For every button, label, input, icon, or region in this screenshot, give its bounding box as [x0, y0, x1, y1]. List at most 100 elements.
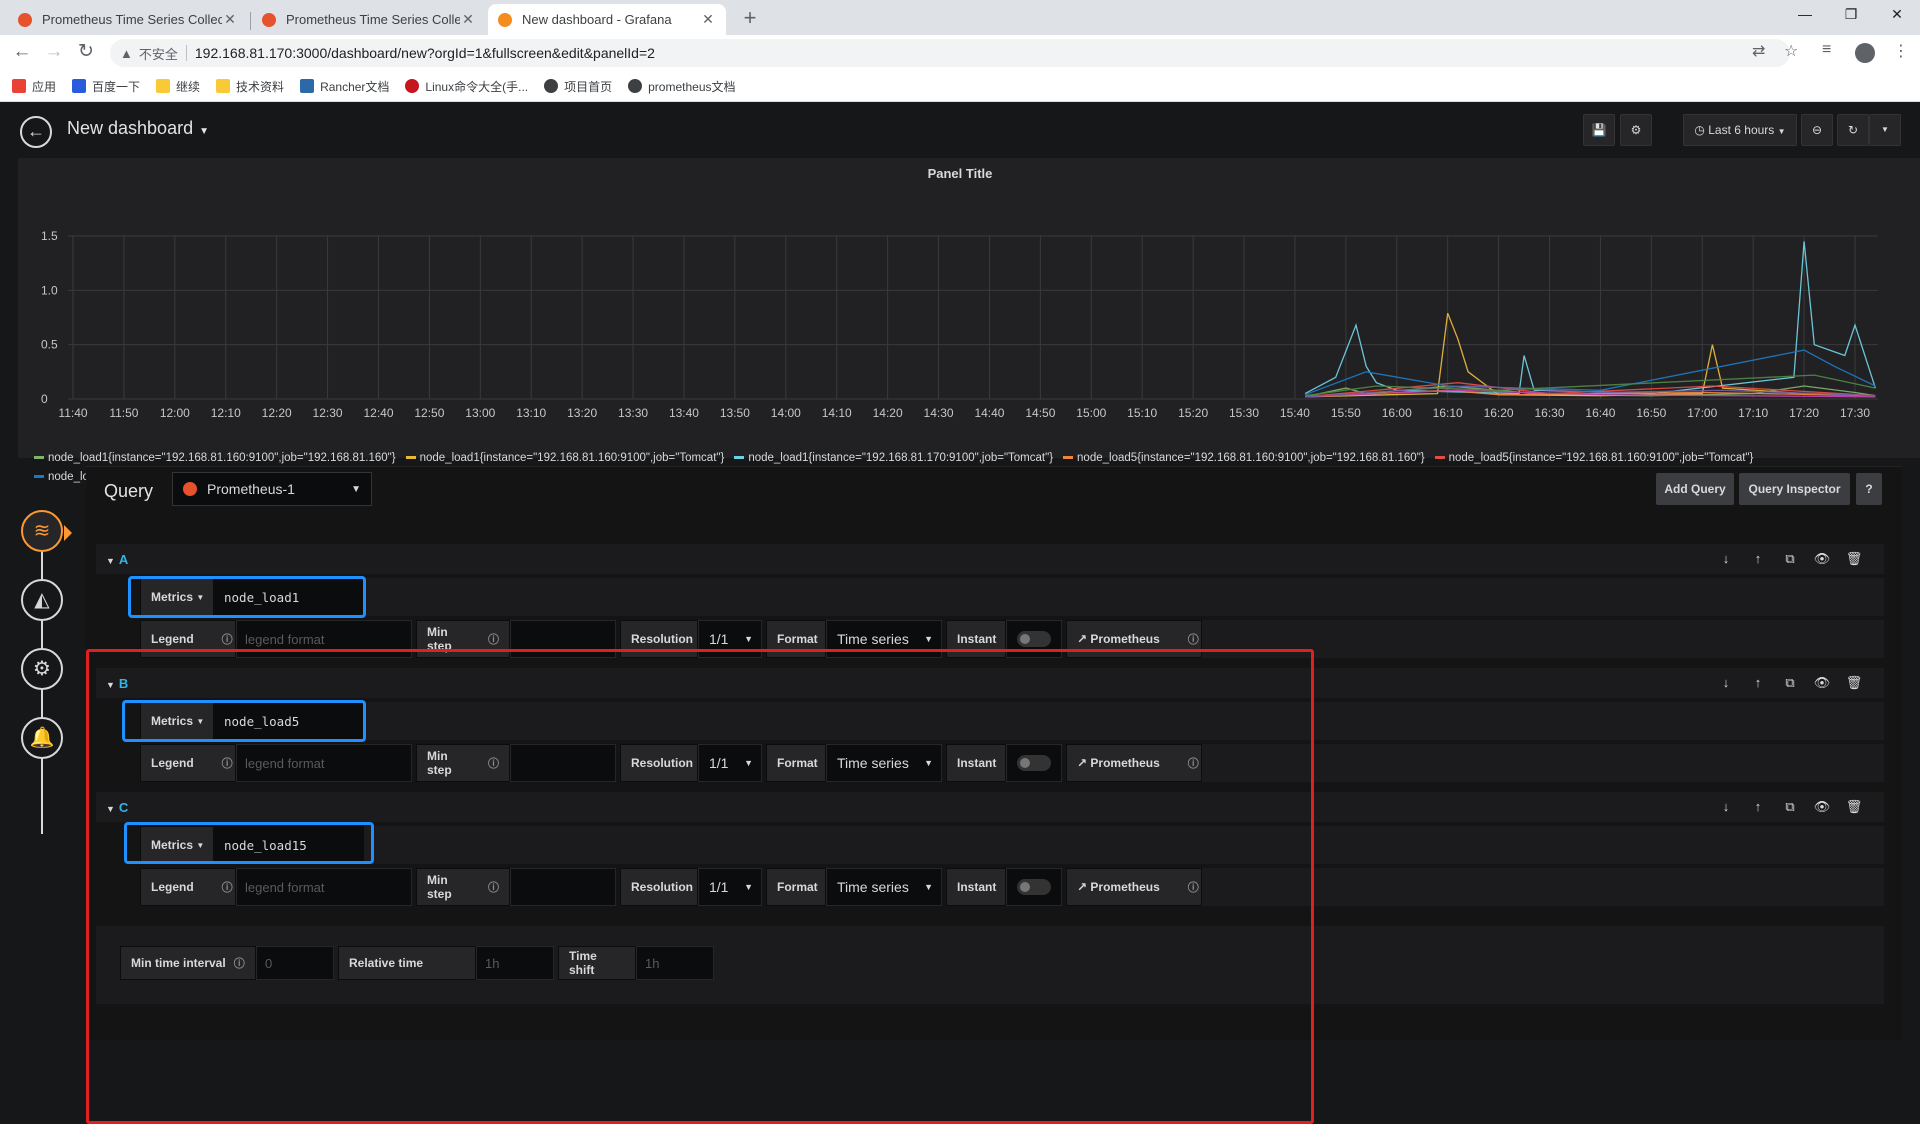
browser-tab-3-active[interactable]: New dashboard - Grafana ✕ — [488, 4, 726, 35]
x-tick-label: 13:10 — [516, 406, 546, 420]
delete-trash-icon[interactable]: 🗑 — [1838, 799, 1870, 815]
query-ref-id[interactable]: ▼ A — [106, 552, 128, 567]
bookmark-linux[interactable]: Linux命令大全(手... — [405, 78, 528, 95]
legend-swatch — [34, 456, 44, 460]
x-tick-label: 14:30 — [924, 406, 954, 420]
move-up-icon[interactable]: ↑ — [1742, 675, 1774, 691]
database-queries-icon[interactable]: ≋ — [21, 510, 63, 552]
info-icon[interactable]: ⓘ — [222, 631, 233, 647]
close-tab-icon[interactable]: ✕ — [460, 11, 476, 28]
move-up-icon[interactable]: ↑ — [1742, 551, 1774, 567]
forward-arrow-icon[interactable]: → — [42, 41, 66, 65]
save-dashboard-icon[interactable]: 💾 — [1583, 114, 1615, 146]
help-button[interactable]: ? — [1856, 473, 1882, 505]
visualization-chart-icon[interactable]: ◭ — [21, 579, 63, 621]
move-down-icon[interactable]: ↓ — [1710, 551, 1742, 567]
baidu-paw-icon — [72, 79, 87, 93]
browser-tab-1[interactable]: Prometheus Time Series Collec ✕ — [8, 4, 248, 35]
close-tab-icon[interactable]: ✕ — [700, 11, 716, 28]
x-tick-label: 14:00 — [771, 406, 801, 420]
toggle-visibility-eye-icon[interactable]: 👁 — [1806, 675, 1838, 691]
x-tick-label: 14:50 — [1025, 406, 1055, 420]
query-heading: Query — [104, 481, 154, 501]
datasource-select[interactable]: Prometheus-1 ▼ — [172, 472, 372, 506]
query-header[interactable]: ▼ A ↓ ↑ ⧉ 👁 🗑 — [96, 544, 1884, 574]
prometheus-icon — [183, 482, 197, 496]
legend-swatch — [1434, 456, 1445, 460]
toggle-visibility-eye-icon[interactable]: 👁 — [1806, 799, 1838, 815]
legend-label: node_load5{instance="192.168.81.160:9100… — [1077, 452, 1425, 464]
duplicate-icon[interactable]: ⧉ — [1774, 675, 1806, 691]
legend-swatch — [734, 456, 745, 460]
url-text[interactable]: 192.168.81.170:3000/dashboard/new?orgId=… — [195, 45, 655, 61]
x-tick-label: 14:10 — [822, 406, 852, 420]
browser-tab-2[interactable]: Prometheus Time Series Collec ✕ — [252, 4, 486, 35]
x-tick-label: 16:30 — [1534, 406, 1564, 420]
toggle-visibility-eye-icon[interactable]: 👁 — [1806, 551, 1838, 567]
move-down-icon[interactable]: ↓ — [1710, 799, 1742, 815]
y-tick-label: 1.0 — [41, 283, 58, 297]
legend-swatch — [1063, 456, 1074, 460]
x-tick-label: 14:40 — [974, 406, 1004, 420]
duplicate-icon[interactable]: ⧉ — [1774, 799, 1806, 815]
dashboard-title[interactable]: New dashboard ▼ — [67, 118, 209, 139]
bookmark-rancher[interactable]: Rancher文档 — [300, 78, 389, 95]
refresh-icon[interactable]: ↻ — [1837, 114, 1869, 146]
warning-icon: ▲ — [120, 45, 133, 61]
minimize-icon[interactable]: — — [1782, 0, 1828, 30]
address-bar[interactable]: ▲ 不安全 192.168.81.170:3000/dashboard/new?… — [110, 39, 1790, 67]
tab-title: Prometheus Time Series Collec — [286, 12, 460, 27]
settings-gear-icon[interactable]: ⚙ — [1620, 114, 1652, 146]
menu-dots-icon[interactable]: ⋮ — [1893, 41, 1909, 61]
delete-trash-icon[interactable]: 🗑 — [1838, 551, 1870, 567]
reading-list-icon[interactable]: ≡ — [1822, 41, 1831, 59]
restore-icon[interactable]: ❐ — [1828, 0, 1874, 30]
x-tick-label: 11:50 — [109, 406, 138, 420]
y-tick-label: 0 — [41, 392, 48, 406]
time-picker-button[interactable]: ◷ Last 6 hours ▼ — [1683, 114, 1797, 146]
profile-avatar-icon[interactable] — [1855, 43, 1875, 63]
time-series-chart[interactable]: 1.5 1.0 0.5 0 11:40 11:50 12:00 12:10 12:20 12:30… — [18, 158, 1902, 442]
back-arrow-icon[interactable]: ← — [20, 116, 52, 148]
metrics-row: Metrics ▼ node_load1 — [140, 578, 1884, 616]
delete-trash-icon[interactable]: 🗑 — [1838, 675, 1870, 691]
general-settings-gear-icon[interactable]: ⚙ — [21, 648, 63, 690]
caret-down-icon: ▼ — [351, 483, 361, 495]
instant-toggle[interactable] — [1017, 631, 1051, 647]
translate-icon[interactable]: ⇄ — [1752, 41, 1765, 61]
folder-icon — [216, 79, 231, 93]
legend-swatch — [34, 475, 44, 479]
star-icon[interactable]: ☆ — [1784, 41, 1798, 61]
add-query-button[interactable]: Add Query — [1656, 473, 1734, 505]
bookmark-folder-continue[interactable]: 继续 — [156, 78, 200, 95]
close-window-icon[interactable]: ✕ — [1874, 0, 1920, 30]
x-tick-label: 15:00 — [1076, 406, 1106, 420]
move-down-icon[interactable]: ↓ — [1710, 675, 1742, 691]
new-tab-button[interactable]: + — [737, 6, 763, 32]
refresh-interval-caret-icon[interactable]: ▼ — [1869, 114, 1901, 146]
grafana-app: ← New dashboard ▼ 💾 ⚙ ◷ Last 6 hours ▼ ⊖ … — [0, 102, 1920, 1124]
legend-swatch — [405, 456, 416, 460]
move-up-icon[interactable]: ↑ — [1742, 799, 1774, 815]
back-arrow-icon[interactable]: ← — [10, 41, 34, 65]
x-tick-label: 16:20 — [1484, 406, 1514, 420]
bookmark-folder-tech[interactable]: 技术资料 — [216, 78, 284, 95]
info-icon[interactable]: ⓘ — [488, 631, 499, 647]
bookmark-baidu[interactable]: 百度一下 — [72, 78, 140, 95]
bookmark-project-home[interactable]: 项目首页 — [544, 78, 612, 95]
x-tick-label: 13:00 — [465, 406, 495, 420]
alert-bell-icon[interactable]: 🔔 — [21, 717, 63, 759]
x-tick-label: 11:40 — [58, 406, 87, 420]
close-tab-icon[interactable]: ✕ — [222, 11, 238, 28]
globe-icon — [628, 79, 643, 93]
duplicate-icon[interactable]: ⧉ — [1774, 551, 1806, 567]
info-icon[interactable]: ⓘ — [1188, 631, 1199, 647]
reload-icon[interactable]: ↻ — [74, 41, 98, 65]
x-tick-label: 15:20 — [1178, 406, 1208, 420]
x-tick-label: 14:20 — [873, 406, 903, 420]
bookmark-prometheus-docs[interactable]: prometheus文档 — [628, 78, 736, 95]
browser-tab-strip: Prometheus Time Series Collec ✕ Promethe… — [0, 0, 1920, 35]
query-inspector-button[interactable]: Query Inspector — [1739, 473, 1850, 505]
zoom-out-icon[interactable]: ⊖ — [1801, 114, 1833, 146]
bookmark-apps[interactable]: 应用 — [12, 78, 56, 95]
